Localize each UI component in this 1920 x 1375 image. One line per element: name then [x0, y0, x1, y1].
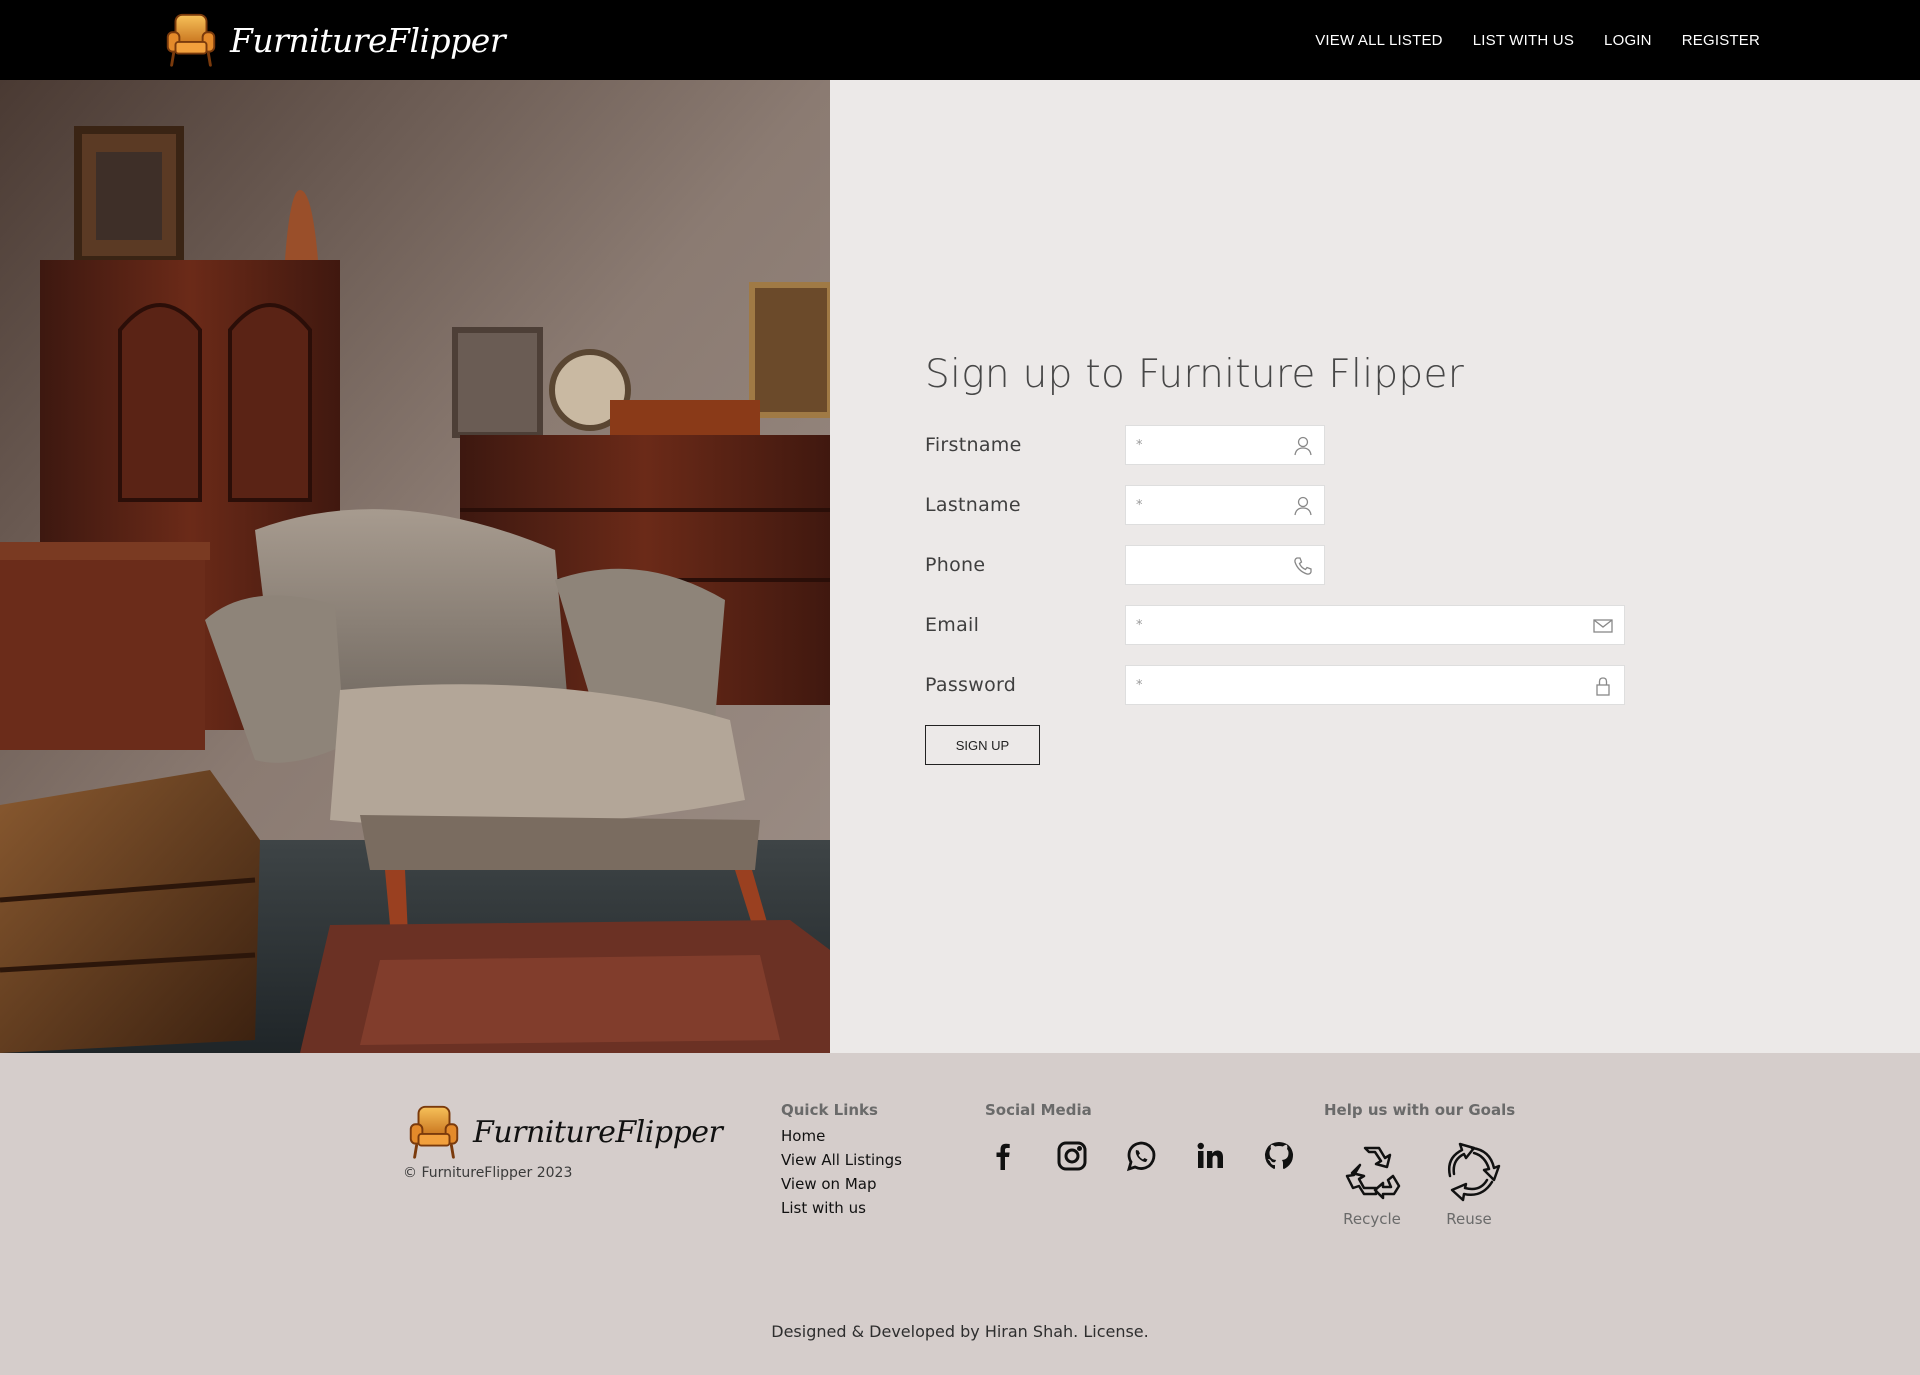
goals-heading: Help us with our Goals [1324, 1101, 1516, 1119]
quick-link-home[interactable]: Home [781, 1127, 825, 1145]
license-link[interactable]: License. [1083, 1322, 1148, 1341]
lastname-row: Lastname [925, 485, 1325, 525]
quick-links-heading: Quick Links [781, 1101, 878, 1119]
quick-link-view-on-map[interactable]: View on Map [781, 1175, 876, 1193]
firstname-label: Firstname [925, 434, 1022, 456]
goal-recycle-label: Recycle [1343, 1210, 1401, 1228]
footer-brand: FurnitureFlipper [403, 1101, 723, 1163]
social-media-heading: Social Media [985, 1101, 1092, 1119]
brand-link[interactable]: FurnitureFlipper [160, 8, 506, 72]
lastname-label: Lastname [925, 494, 1021, 516]
goal-reuse-label: Reuse [1446, 1210, 1492, 1228]
hero-furniture-image [0, 80, 830, 1053]
linkedin-icon [1197, 1142, 1223, 1168]
social-links [985, 1138, 1297, 1174]
quick-links-list: Home View All Listings View on Map List … [781, 1126, 902, 1222]
firstname-row: Firstname [925, 425, 1325, 465]
phone-field-wrap [1125, 545, 1325, 585]
brand-name: FurnitureFlipper [230, 20, 506, 60]
whatsapp-link[interactable] [1123, 1138, 1159, 1174]
recycle-icon [1345, 1146, 1401, 1200]
nav-register[interactable]: REGISTER [1682, 32, 1760, 49]
quick-link-view-all-listings[interactable]: View All Listings [781, 1151, 902, 1169]
password-field-wrap [1125, 665, 1625, 705]
instagram-icon [1057, 1141, 1087, 1171]
email-label: Email [925, 614, 980, 636]
user-icon [1294, 436, 1312, 456]
quick-link-item: View on Map [781, 1174, 902, 1198]
phone-icon [1294, 557, 1312, 575]
goal-reuse: Reuse [1429, 1138, 1509, 1228]
signup-panel: Sign up to Furniture Flipper Firstname L… [830, 80, 1920, 1053]
phone-row: Phone [925, 545, 1325, 585]
nav-list-with-us[interactable]: LIST WITH US [1473, 32, 1574, 49]
quick-link-item: List with us [781, 1198, 902, 1222]
reuse-icon [1448, 1142, 1501, 1202]
nav-login[interactable]: LOGIN [1604, 32, 1652, 49]
envelope-icon [1593, 619, 1613, 633]
email-input[interactable] [1126, 606, 1624, 644]
linkedin-link[interactable] [1192, 1138, 1228, 1174]
firstname-field-wrap [1125, 425, 1325, 465]
credits-text: Designed & Developed by Hiran Shah. [771, 1322, 1079, 1341]
footer-brand-name: FurnitureFlipper [473, 1114, 723, 1150]
email-row: Email [925, 605, 1625, 645]
signup-button[interactable]: SIGN UP [925, 725, 1040, 765]
github-link[interactable] [1261, 1138, 1297, 1174]
quick-link-item: Home [781, 1126, 902, 1150]
armchair-logo-icon [166, 13, 216, 67]
quick-link-item: View All Listings [781, 1150, 902, 1174]
nav-view-all-listed[interactable]: VIEW ALL LISTED [1315, 32, 1443, 49]
page-title: Sign up to Furniture Flipper [925, 352, 1465, 397]
lock-icon [1596, 677, 1610, 696]
navbar: FurnitureFlipper VIEW ALL LISTED LIST WI… [0, 0, 1920, 80]
whatsapp-icon [1126, 1141, 1156, 1172]
password-row: Password [925, 665, 1625, 705]
main-nav: VIEW ALL LISTED LIST WITH US LOGIN REGIS… [1315, 0, 1760, 80]
facebook-icon [996, 1143, 1010, 1170]
goal-recycle: Recycle [1332, 1138, 1412, 1228]
lastname-field-wrap [1125, 485, 1325, 525]
footer: FurnitureFlipper © FurnitureFlipper 2023… [0, 1053, 1920, 1375]
password-label: Password [925, 674, 1017, 696]
phone-label: Phone [925, 554, 986, 576]
quick-link-list-with-us[interactable]: List with us [781, 1199, 866, 1217]
github-icon [1264, 1142, 1294, 1169]
password-input[interactable] [1126, 666, 1624, 704]
facebook-link[interactable] [985, 1138, 1021, 1174]
email-field-wrap [1125, 605, 1625, 645]
user-icon [1294, 496, 1312, 516]
instagram-link[interactable] [1054, 1138, 1090, 1174]
copyright: © FurnitureFlipper 2023 [403, 1165, 573, 1181]
armchair-logo-icon [409, 1105, 459, 1159]
credits: Designed & Developed by Hiran Shah. Lice… [0, 1322, 1920, 1341]
